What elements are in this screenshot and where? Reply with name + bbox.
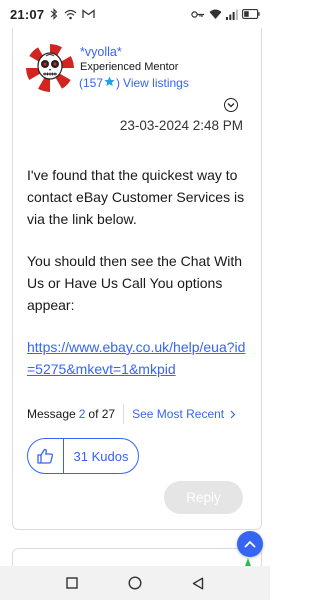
scroll-to-top-button[interactable] <box>237 531 263 557</box>
home-icon <box>128 576 142 590</box>
gmail-icon <box>82 9 95 18</box>
back-button[interactable] <box>186 571 210 595</box>
author-name-link[interactable]: *vyolla* <box>80 45 122 59</box>
wifi-icon <box>64 9 77 19</box>
divider <box>123 404 125 424</box>
paren-close: ) <box>116 76 121 90</box>
message-total: of 27 <box>88 407 116 421</box>
status-bar: 21:07 <box>0 0 270 28</box>
status-time: 21:07 <box>10 6 45 22</box>
back-icon <box>193 577 204 589</box>
recents-icon <box>65 577 78 589</box>
post-timestamp: 23-03-2024 2:48 PM <box>119 118 243 133</box>
author-stats: ( 157 ) View listings <box>79 76 189 90</box>
message-navigation: Message 2 of 27 See Most Recent <box>27 404 236 424</box>
recents-button[interactable] <box>60 571 84 595</box>
thumbs-up-icon <box>37 448 54 464</box>
chevron-right-icon <box>230 410 236 418</box>
bluetooth-icon <box>50 8 58 20</box>
home-button[interactable] <box>123 571 147 595</box>
help-link[interactable]: https://www.ebay.co.uk/help/eua?id=5275&… <box>27 336 247 380</box>
kudos-count-link[interactable]: 31 Kudos <box>64 449 138 464</box>
vpn-key-icon <box>191 10 204 18</box>
chevron-down-icon <box>227 103 235 108</box>
message-prefix: Message <box>27 407 76 421</box>
accessibility-indicator-icon <box>245 558 251 566</box>
battery-icon <box>242 9 260 19</box>
chevron-up-icon <box>244 541 256 548</box>
wifi-icon-right <box>209 9 222 19</box>
star-icon <box>104 76 115 90</box>
see-most-recent-link[interactable]: See Most Recent <box>132 407 236 421</box>
status-right <box>191 9 260 20</box>
author-role: Experienced Mentor <box>80 61 179 73</box>
see-most-recent-label: See Most Recent <box>132 407 225 421</box>
message-number-link[interactable]: 2 <box>79 407 86 421</box>
view-listings-link[interactable]: View listings <box>123 76 189 90</box>
kudos-control: 31 Kudos <box>27 438 139 474</box>
feedback-score[interactable]: 157 <box>83 76 103 90</box>
sugar-skull-avatar-image <box>26 44 74 92</box>
avatar[interactable] <box>26 44 74 92</box>
status-left: 21:07 <box>10 7 95 22</box>
kudos-button[interactable] <box>28 439 64 473</box>
post-paragraph-2: You should then see the Chat With Us or … <box>27 253 243 313</box>
system-navigation-bar <box>0 566 270 600</box>
cellular-signal-icon <box>226 9 238 20</box>
post-paragraph-1: I've found that the quickest way to cont… <box>27 167 245 227</box>
reply-button[interactable]: Reply <box>164 481 243 514</box>
post-options-button[interactable] <box>224 98 238 112</box>
